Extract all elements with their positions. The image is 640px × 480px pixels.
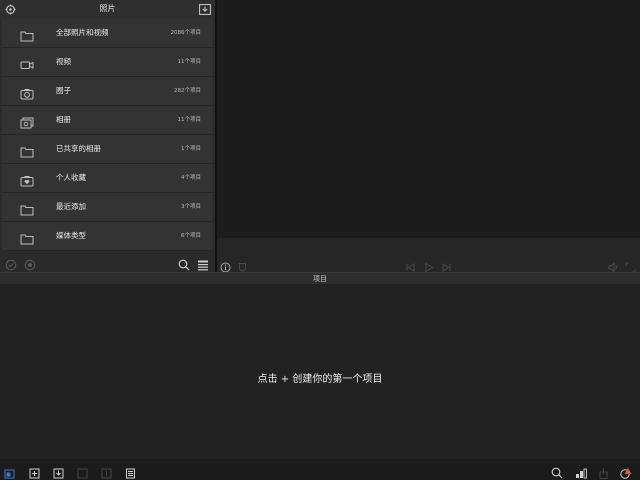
album-label: 媒体类型 — [56, 231, 86, 240]
search-icon[interactable] — [551, 464, 563, 479]
projects-header: 项目 — [0, 272, 640, 284]
photo-stack-icon — [20, 114, 34, 129]
album-row-videos[interactable]: 视频 11个项目 — [2, 48, 213, 77]
media-library-icon[interactable] — [4, 464, 15, 479]
skip-back-icon[interactable] — [405, 258, 416, 272]
album-row-albums[interactable]: 相册 11个项目 — [2, 106, 213, 135]
album-count: 282个项目 — [174, 88, 201, 94]
help-alert-icon[interactable] — [619, 464, 632, 479]
bottom-toolbar — [0, 459, 640, 480]
viewer-canvas — [217, 0, 640, 238]
album-row-media-types[interactable]: 媒体类型 6个项目 — [2, 222, 213, 251]
album-count: 4个项目 — [181, 175, 201, 181]
album-row-recent[interactable]: 最近添加 3个项目 — [2, 193, 213, 222]
media-browser: 照片 全部照片和视频 2086个项目 视频 11个项目 圈子 282个项目 相册… — [0, 0, 215, 272]
browser-header: 照片 — [0, 0, 215, 19]
import-icon[interactable] — [53, 464, 64, 479]
album-count: 11个项目 — [177, 59, 202, 65]
browser-footer — [0, 252, 215, 272]
play-icon[interactable] — [423, 258, 434, 273]
checkmark-circle-icon[interactable] — [5, 256, 17, 271]
album-count: 1个项目 — [181, 146, 201, 152]
fullscreen-icon[interactable] — [625, 258, 636, 273]
album-label: 已共享的相册 — [56, 144, 101, 153]
folder-icon — [20, 27, 34, 42]
album-row-circle[interactable]: 圈子 282个项目 — [2, 77, 213, 106]
search-icon[interactable] — [178, 256, 190, 271]
album-count: 11个项目 — [177, 117, 202, 123]
folder-icon — [20, 230, 34, 245]
projects-title: 项目 — [313, 275, 327, 283]
share-icon[interactable] — [598, 464, 609, 479]
volume-icon[interactable] — [608, 258, 619, 273]
projects-area: 点击 + 创建你的第一个项目 — [0, 284, 640, 459]
album-row-favorites[interactable]: 个人收藏 4个项目 — [2, 164, 213, 193]
album-count: 2086个项目 — [170, 30, 202, 36]
project-list-icon[interactable] — [125, 464, 136, 479]
viewer-controls — [217, 238, 640, 273]
folder-icon — [20, 143, 34, 158]
album-label: 相册 — [56, 115, 71, 124]
skip-forward-icon[interactable] — [441, 258, 452, 272]
record-dot-icon[interactable] — [24, 256, 36, 271]
album-label: 视频 — [56, 57, 71, 66]
album-label: 最近添加 — [56, 202, 86, 211]
empty-state-message: 点击 + 创建你的第一个项目 — [257, 374, 383, 385]
album-list: 全部照片和视频 2086个项目 视频 11个项目 圈子 282个项目 相册 11… — [2, 19, 213, 251]
sort-icon[interactable] — [575, 464, 587, 479]
album-label: 圈子 — [56, 86, 71, 95]
album-row-shared[interactable]: 已共享的相册 1个项目 — [2, 135, 213, 164]
info-icon[interactable] — [220, 258, 231, 273]
folder-icon — [20, 201, 34, 216]
browser-title: 照片 — [99, 4, 116, 13]
video-camera-icon — [20, 56, 34, 69]
camera-heart-icon — [20, 172, 34, 187]
share-project-icon[interactable] — [101, 464, 112, 479]
album-count: 6个项目 — [181, 233, 201, 239]
add-project-icon[interactable] — [29, 464, 40, 479]
album-label: 全部照片和视频 — [56, 28, 109, 37]
album-label: 个人收藏 — [56, 173, 86, 182]
duplicate-icon[interactable] — [77, 464, 88, 479]
album-row-all[interactable]: 全部照片和视频 2086个项目 — [2, 19, 213, 48]
album-count: 3个项目 — [181, 204, 201, 210]
camera-icon — [20, 85, 34, 100]
import-icon[interactable] — [198, 3, 211, 16]
shield-icon[interactable] — [237, 258, 248, 272]
filter-list-icon[interactable] — [197, 256, 209, 271]
